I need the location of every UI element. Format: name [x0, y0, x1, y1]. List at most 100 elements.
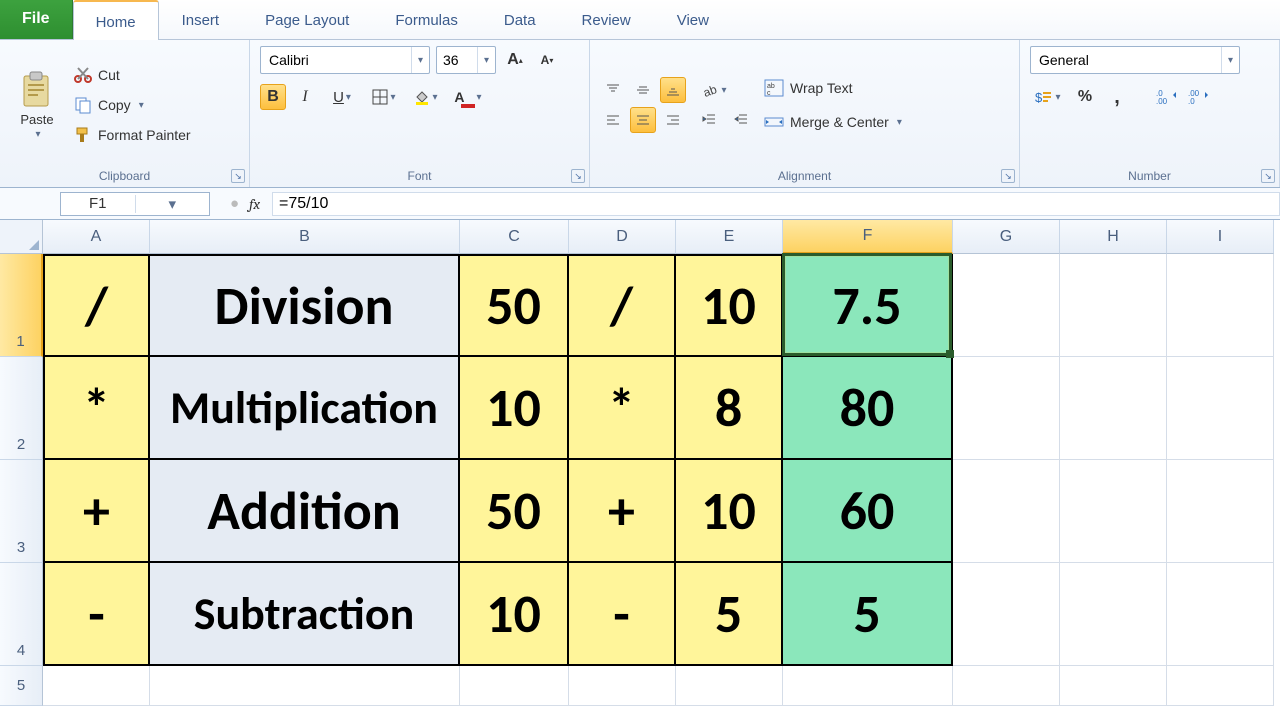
cell-E5[interactable] — [676, 666, 783, 706]
col-header-D[interactable]: D — [569, 220, 676, 254]
cell-G5[interactable] — [953, 666, 1060, 706]
cell-G4[interactable] — [953, 563, 1060, 666]
cell-C4[interactable]: 10 — [460, 563, 569, 666]
accounting-format-button[interactable]: $ ▾ — [1030, 84, 1066, 110]
cell-B3[interactable]: Addition — [150, 460, 460, 563]
cell-I2[interactable] — [1167, 357, 1274, 460]
paste-button[interactable]: Paste ▾ — [10, 60, 64, 150]
fill-color-button[interactable]: ▾ — [408, 84, 444, 110]
chevron-down-icon[interactable]: ▾ — [1221, 47, 1239, 73]
cell-E4[interactable]: 5 — [676, 563, 783, 666]
dialog-launcher-icon[interactable]: ↘ — [571, 169, 585, 183]
cell-H1[interactable] — [1060, 254, 1167, 357]
cell-H4[interactable] — [1060, 563, 1167, 666]
cell-I4[interactable] — [1167, 563, 1274, 666]
cell-D1[interactable]: / — [569, 254, 676, 357]
cell-A1[interactable]: / — [43, 254, 150, 357]
select-all-corner[interactable] — [0, 220, 43, 254]
italic-button[interactable]: I — [292, 84, 318, 110]
dialog-launcher-icon[interactable]: ↘ — [231, 169, 245, 183]
name-box[interactable]: F1 ▾ — [60, 192, 210, 216]
cell-I5[interactable] — [1167, 666, 1274, 706]
shrink-font-button[interactable]: A ▾ — [534, 47, 560, 73]
cell-I1[interactable] — [1167, 254, 1274, 357]
fx-icon[interactable]: fx — [249, 195, 260, 213]
cell-C2[interactable]: 10 — [460, 357, 569, 460]
chevron-down-icon[interactable]: ▾ — [477, 47, 495, 73]
tab-review[interactable]: Review — [559, 0, 654, 39]
col-header-C[interactable]: C — [460, 220, 569, 254]
cell-F4[interactable]: 5 — [783, 563, 953, 666]
cell-C1[interactable]: 50 — [460, 254, 569, 357]
cell-B2[interactable]: Multiplication — [150, 357, 460, 460]
cell-A2[interactable]: * — [43, 357, 150, 460]
align-bottom-button[interactable] — [660, 77, 686, 103]
cancel-formula-icon[interactable]: ● — [230, 195, 239, 212]
row-header-1[interactable]: 1 — [0, 254, 43, 357]
cut-button[interactable]: Cut — [74, 62, 191, 88]
font-color-button[interactable]: A ▾ — [450, 84, 486, 110]
cell-D4[interactable]: - — [569, 563, 676, 666]
borders-button[interactable]: ▾ — [366, 84, 402, 110]
fill-handle[interactable] — [946, 350, 954, 358]
cell-E3[interactable]: 10 — [676, 460, 783, 563]
col-header-F[interactable]: F — [783, 220, 953, 254]
decrease-indent-button[interactable] — [696, 107, 722, 133]
cell-E2[interactable]: 8 — [676, 357, 783, 460]
col-header-A[interactable]: A — [43, 220, 150, 254]
tab-home[interactable]: Home — [73, 0, 159, 40]
grow-font-button[interactable]: A ▴ — [502, 47, 528, 73]
align-top-button[interactable] — [600, 77, 626, 103]
tab-page-layout[interactable]: Page Layout — [242, 0, 372, 39]
tab-insert[interactable]: Insert — [159, 0, 243, 39]
align-left-button[interactable] — [600, 107, 626, 133]
tab-formulas[interactable]: Formulas — [372, 0, 481, 39]
increase-decimal-button[interactable]: .0.00 — [1154, 84, 1180, 110]
cell-B1[interactable]: Division — [150, 254, 460, 357]
comma-button[interactable]: , — [1104, 84, 1130, 110]
dialog-launcher-icon[interactable]: ↘ — [1261, 169, 1275, 183]
col-header-I[interactable]: I — [1167, 220, 1274, 254]
col-header-H[interactable]: H — [1060, 220, 1167, 254]
cell-D5[interactable] — [569, 666, 676, 706]
tab-file[interactable]: File — [0, 0, 73, 39]
chevron-down-icon[interactable]: ▾ — [411, 47, 429, 73]
underline-button[interactable]: U▾ — [324, 84, 360, 110]
cell-G2[interactable] — [953, 357, 1060, 460]
align-right-button[interactable] — [660, 107, 686, 133]
font-name-combo[interactable]: ▾ — [260, 46, 430, 74]
number-format-combo[interactable]: ▾ — [1030, 46, 1240, 74]
cell-H2[interactable] — [1060, 357, 1167, 460]
row-header-2[interactable]: 2 — [0, 357, 43, 460]
col-header-B[interactable]: B — [150, 220, 460, 254]
cell-G3[interactable] — [953, 460, 1060, 563]
row-header-4[interactable]: 4 — [0, 563, 43, 666]
tab-view[interactable]: View — [654, 0, 732, 39]
cell-I3[interactable] — [1167, 460, 1274, 563]
cell-A5[interactable] — [43, 666, 150, 706]
copy-button[interactable]: Copy ▾ — [74, 92, 191, 118]
tab-data[interactable]: Data — [481, 0, 559, 39]
cell-H5[interactable] — [1060, 666, 1167, 706]
row-header-3[interactable]: 3 — [0, 460, 43, 563]
font-size-input[interactable] — [437, 47, 477, 73]
cell-H3[interactable] — [1060, 460, 1167, 563]
bold-button[interactable]: B — [260, 84, 286, 110]
dialog-launcher-icon[interactable]: ↘ — [1001, 169, 1015, 183]
cell-A4[interactable]: - — [43, 563, 150, 666]
number-format-input[interactable] — [1031, 47, 1221, 73]
row-header-5[interactable]: 5 — [0, 666, 43, 706]
increase-indent-button[interactable] — [728, 107, 754, 133]
cell-C5[interactable] — [460, 666, 569, 706]
cell-G1[interactable] — [953, 254, 1060, 357]
cell-A3[interactable]: + — [43, 460, 150, 563]
font-size-combo[interactable]: ▾ — [436, 46, 496, 74]
percent-button[interactable]: % — [1072, 84, 1098, 110]
format-painter-button[interactable]: Format Painter — [74, 122, 191, 148]
align-center-button[interactable] — [630, 107, 656, 133]
cell-D2[interactable]: * — [569, 357, 676, 460]
col-header-E[interactable]: E — [676, 220, 783, 254]
chevron-down-icon[interactable]: ▾ — [135, 195, 210, 213]
cell-F5[interactable] — [783, 666, 953, 706]
orientation-button[interactable]: ab ▾ — [696, 77, 732, 103]
